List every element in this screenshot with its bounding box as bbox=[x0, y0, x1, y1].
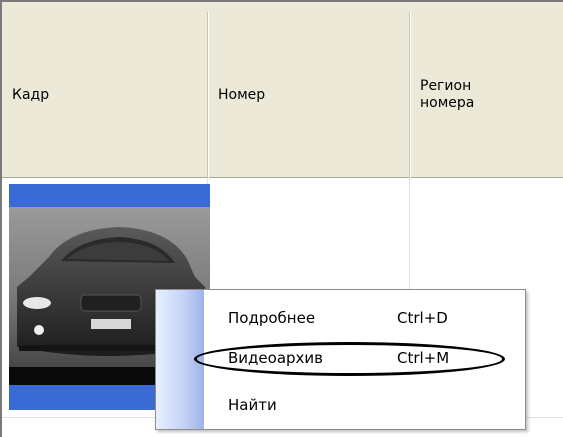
menu-item-label: Подробнее bbox=[228, 309, 316, 327]
column-header-label: Кадр bbox=[12, 87, 50, 103]
menu-item-details[interactable]: Подробнее Ctrl+D bbox=[204, 298, 525, 338]
table-header: Кадр Номер Регион номера bbox=[2, 2, 563, 178]
menu-item-shortcut: Ctrl+D bbox=[397, 309, 448, 327]
menu-item-find[interactable]: Найти bbox=[204, 385, 525, 425]
menu-item-video-archive[interactable]: Видеоархив Ctrl+M bbox=[204, 338, 525, 378]
column-header-number[interactable]: Номер bbox=[208, 12, 410, 178]
column-header-frame[interactable]: Кадр bbox=[2, 12, 208, 178]
menu-item-shortcut: Ctrl+M bbox=[397, 349, 450, 367]
menu-icon-stripe bbox=[156, 290, 204, 429]
column-header-label: Регион номера bbox=[420, 78, 475, 111]
menu-item-label: Найти bbox=[228, 396, 277, 414]
context-menu: Подробнее Ctrl+D Видеоархив Ctrl+M Найти bbox=[155, 289, 526, 430]
column-header-region[interactable]: Регион номера bbox=[410, 12, 563, 178]
column-header-label: Номер bbox=[218, 87, 266, 103]
window: Кадр Номер Регион номера Подробнее Ctrl+… bbox=[0, 0, 563, 437]
menu-item-label: Видеоархив bbox=[228, 349, 323, 367]
